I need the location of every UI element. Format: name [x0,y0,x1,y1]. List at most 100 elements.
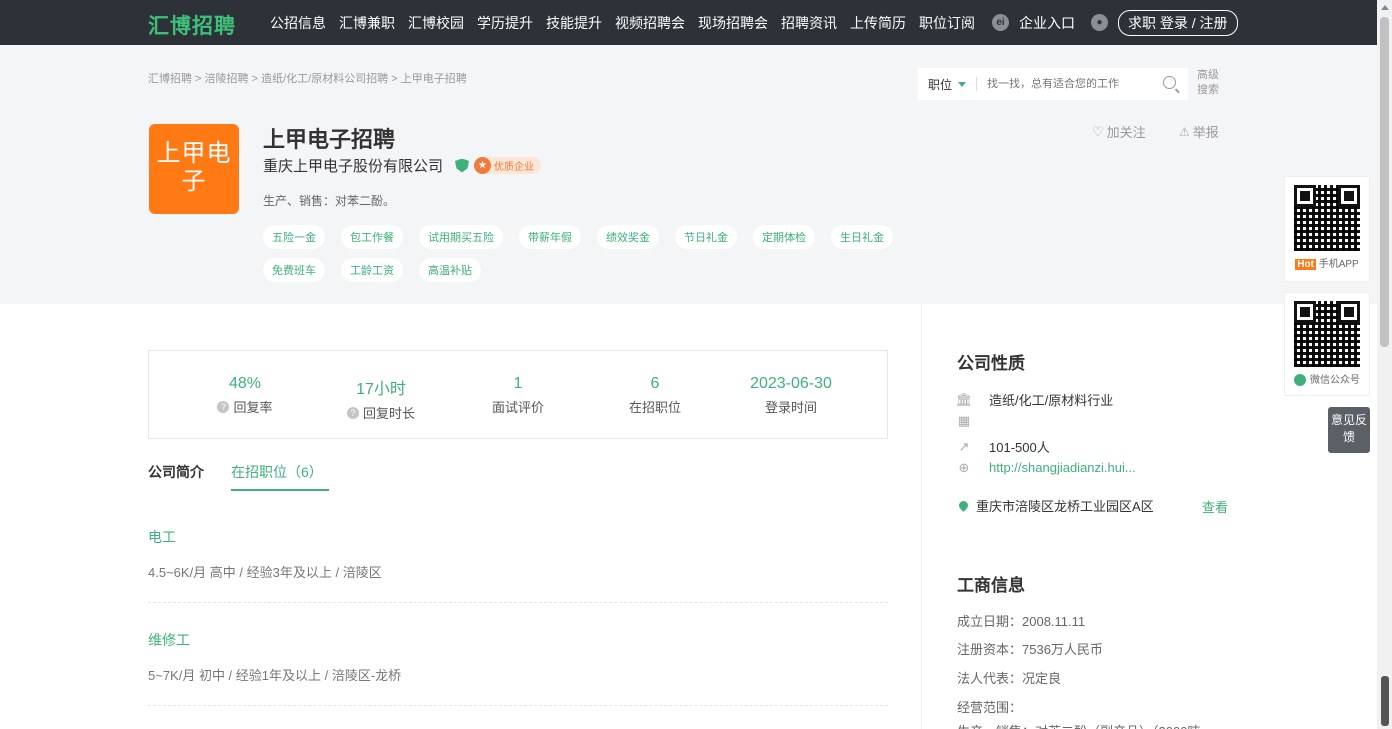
search-type-select[interactable]: 职位 [928,76,952,93]
top-nav: 汇博招聘 公招信息 汇博兼职 汇博校园 学历提升 技能提升 视频招聘会 现场招聘… [0,0,1377,45]
website-link[interactable]: http://shangjiadianzi.hui... [989,460,1136,475]
search-input[interactable] [987,78,1148,90]
type-row: ▦ [957,413,989,428]
divider [976,77,978,91]
website-row: ⊕ http://shangjiadianzi.hui... [957,459,1136,476]
advanced-search-link[interactable]: 高级搜索 [1197,68,1221,98]
quality-badge: ★ 优质企业 [474,157,542,174]
wechat-icon [1294,374,1306,387]
nav-item[interactable]: 学历提升 [477,13,533,33]
size-value: 101-500人 [989,440,1050,455]
stat-label: 登录时间 [764,400,817,415]
chart-icon: ↗ [958,438,970,454]
login-button[interactable]: 求职 登录 / 注册 [1118,9,1238,36]
main-nav: 公招信息 汇博兼职 汇博校园 学历提升 技能提升 视频招聘会 现场招聘会 招聘资… [270,0,988,45]
hot-badge: Hot [1295,259,1316,270]
business-title: 工商信息 [957,576,1025,595]
stat-value: 48% [228,375,262,392]
scroll-up-arrow[interactable] [1381,5,1389,10]
job-detail: 5~7K/月 初中 / 经验1年及以上 / 涪陵区-龙桥 [148,668,402,683]
company-full-name: 重庆上甲电子股份有限公司 [263,158,444,175]
app-qr-panel[interactable]: Hot 手机APP [1284,176,1370,282]
grid-icon: ▦ [957,413,971,428]
stat-label: 回复率 [233,400,273,415]
help-icon[interactable]: ? [217,400,230,413]
enterprise-link[interactable]: 企业入口 [1019,13,1075,33]
founded-date: 成立日期：2008.11.11 [957,614,1086,629]
tab-company-intro[interactable]: 公司简介 [148,462,204,491]
globe-icon: ⊕ [958,459,970,475]
warning-icon: ⚠ [1179,124,1190,139]
job-title[interactable]: 电工 [148,527,888,547]
nav-item[interactable]: 职位订阅 [919,13,975,33]
location-pin-icon [957,499,970,512]
nav-item[interactable]: 汇博校园 [408,13,464,33]
stat-label: 在招职位 [628,400,681,415]
address-row: 重庆市涪陵区龙桥工业园区A区 [957,496,1154,515]
industry-row: 🏛 造纸/化工/原材料行业 [955,390,1114,409]
stat-interview: 1 面试评价 [458,375,578,416]
stat-open-jobs: 6 在招职位 [595,375,715,416]
wechat-qr-code [1294,301,1360,367]
star-icon: ★ [474,157,492,174]
user-icon: ● [1091,14,1108,31]
scrollbar-thumb[interactable] [1380,17,1389,347]
report-label: 举报 [1192,125,1219,140]
stat-label-row: 登录时间 [731,397,851,416]
nav-item[interactable]: 现场招聘会 [698,13,768,33]
page-title: 上甲电子招聘 [263,127,396,152]
profile-title: 公司性质 [957,354,1025,373]
follow-button[interactable]: ♡ 加关注 [1092,122,1146,141]
benefit-tag: 带薪年假 [519,225,581,249]
job-title[interactable]: 维修工 [148,630,888,650]
chevron-down-icon[interactable] [958,81,967,87]
bank-icon: 🏛 [955,391,973,407]
wechat-qr-panel[interactable]: 微信公众号 [1284,292,1370,396]
nav-right: ei 企业入口 ● 求职 登录 / 注册 [992,0,1238,45]
enterprise-icon: ei [992,14,1009,31]
benefit-tag: 生日礼金 [831,225,893,249]
report-button[interactable]: ⚠ 举报 [1179,122,1219,141]
scrollbar[interactable] [1377,0,1392,729]
job-item[interactable]: 电工 4.5~6K/月 高中 / 经验3年及以上 / 涪陵区 [148,527,888,603]
nav-item[interactable]: 公招信息 [270,13,326,33]
industry-value: 造纸/化工/原材料行业 [989,393,1114,408]
benefit-tag: 绩效奖金 [597,225,659,249]
stat-reply-rate: 48% ? 回复率 [185,375,305,416]
nav-item[interactable]: 招聘资讯 [781,13,837,33]
breadcrumb-item[interactable]: 涪陵招聘 [205,73,249,85]
benefit-tag: 免费班车 [263,258,325,282]
scroll-indicator [1381,676,1389,726]
site-logo[interactable]: 汇博招聘 [148,10,236,40]
benefit-tags: 五险一金 包工作餐 试用期买五险 带薪年假 绩效奖金 节日礼金 定期体检 生日礼… [263,225,983,291]
stat-label: 面试评价 [491,400,544,415]
nav-item[interactable]: 技能提升 [546,13,602,33]
benefit-tag: 工龄工资 [341,258,403,282]
view-map-link[interactable]: 查看 [1202,497,1228,516]
benefit-tag: 五险一金 [263,225,325,249]
wechat-qr-caption: 微信公众号 [1285,371,1369,387]
nav-item[interactable]: 汇博兼职 [339,13,395,33]
nav-item[interactable]: 视频招聘会 [615,13,685,33]
content-tabs: 公司简介 在招职位（6） [148,462,356,491]
breadcrumb-item[interactable]: 造纸/化工/原材料公司招聘 [261,73,388,85]
feedback-button[interactable]: 意见反馈 [1328,407,1370,453]
nav-item[interactable]: 上传简历 [850,13,906,33]
breadcrumb-item: 上甲电子招聘 [400,73,467,85]
breadcrumb: 汇博招聘 > 涪陵招聘 > 造纸/化工/原材料公司招聘 > 上甲电子招聘 [148,73,467,85]
app-label: 手机APP [1318,259,1359,270]
help-icon[interactable]: ? [346,406,359,419]
registered-capital: 注册资本：7536万人民币 [957,642,1103,657]
tab-open-jobs[interactable]: 在招职位（6） [231,462,329,491]
company-full-name-row: 重庆上甲电子股份有限公司 ★ 优质企业 [263,155,542,176]
stat-label-row: 面试评价 [458,397,578,416]
legal-representative: 法人代表：况定良 [957,671,1062,686]
stat-value: 1 [513,375,523,392]
job-item[interactable]: 维修工 5~7K/月 初中 / 经验1年及以上 / 涪陵区-龙桥 [148,630,888,706]
stat-reply-time: 17小时 ? 回复时长 [321,375,441,422]
benefit-tag: 定期体检 [753,225,815,249]
stat-label-row: ? 回复时长 [321,403,441,422]
stat-label-row: 在招职位 [595,397,715,416]
breadcrumb-item[interactable]: 汇博招聘 [148,73,192,85]
search-icon[interactable] [1163,76,1176,89]
